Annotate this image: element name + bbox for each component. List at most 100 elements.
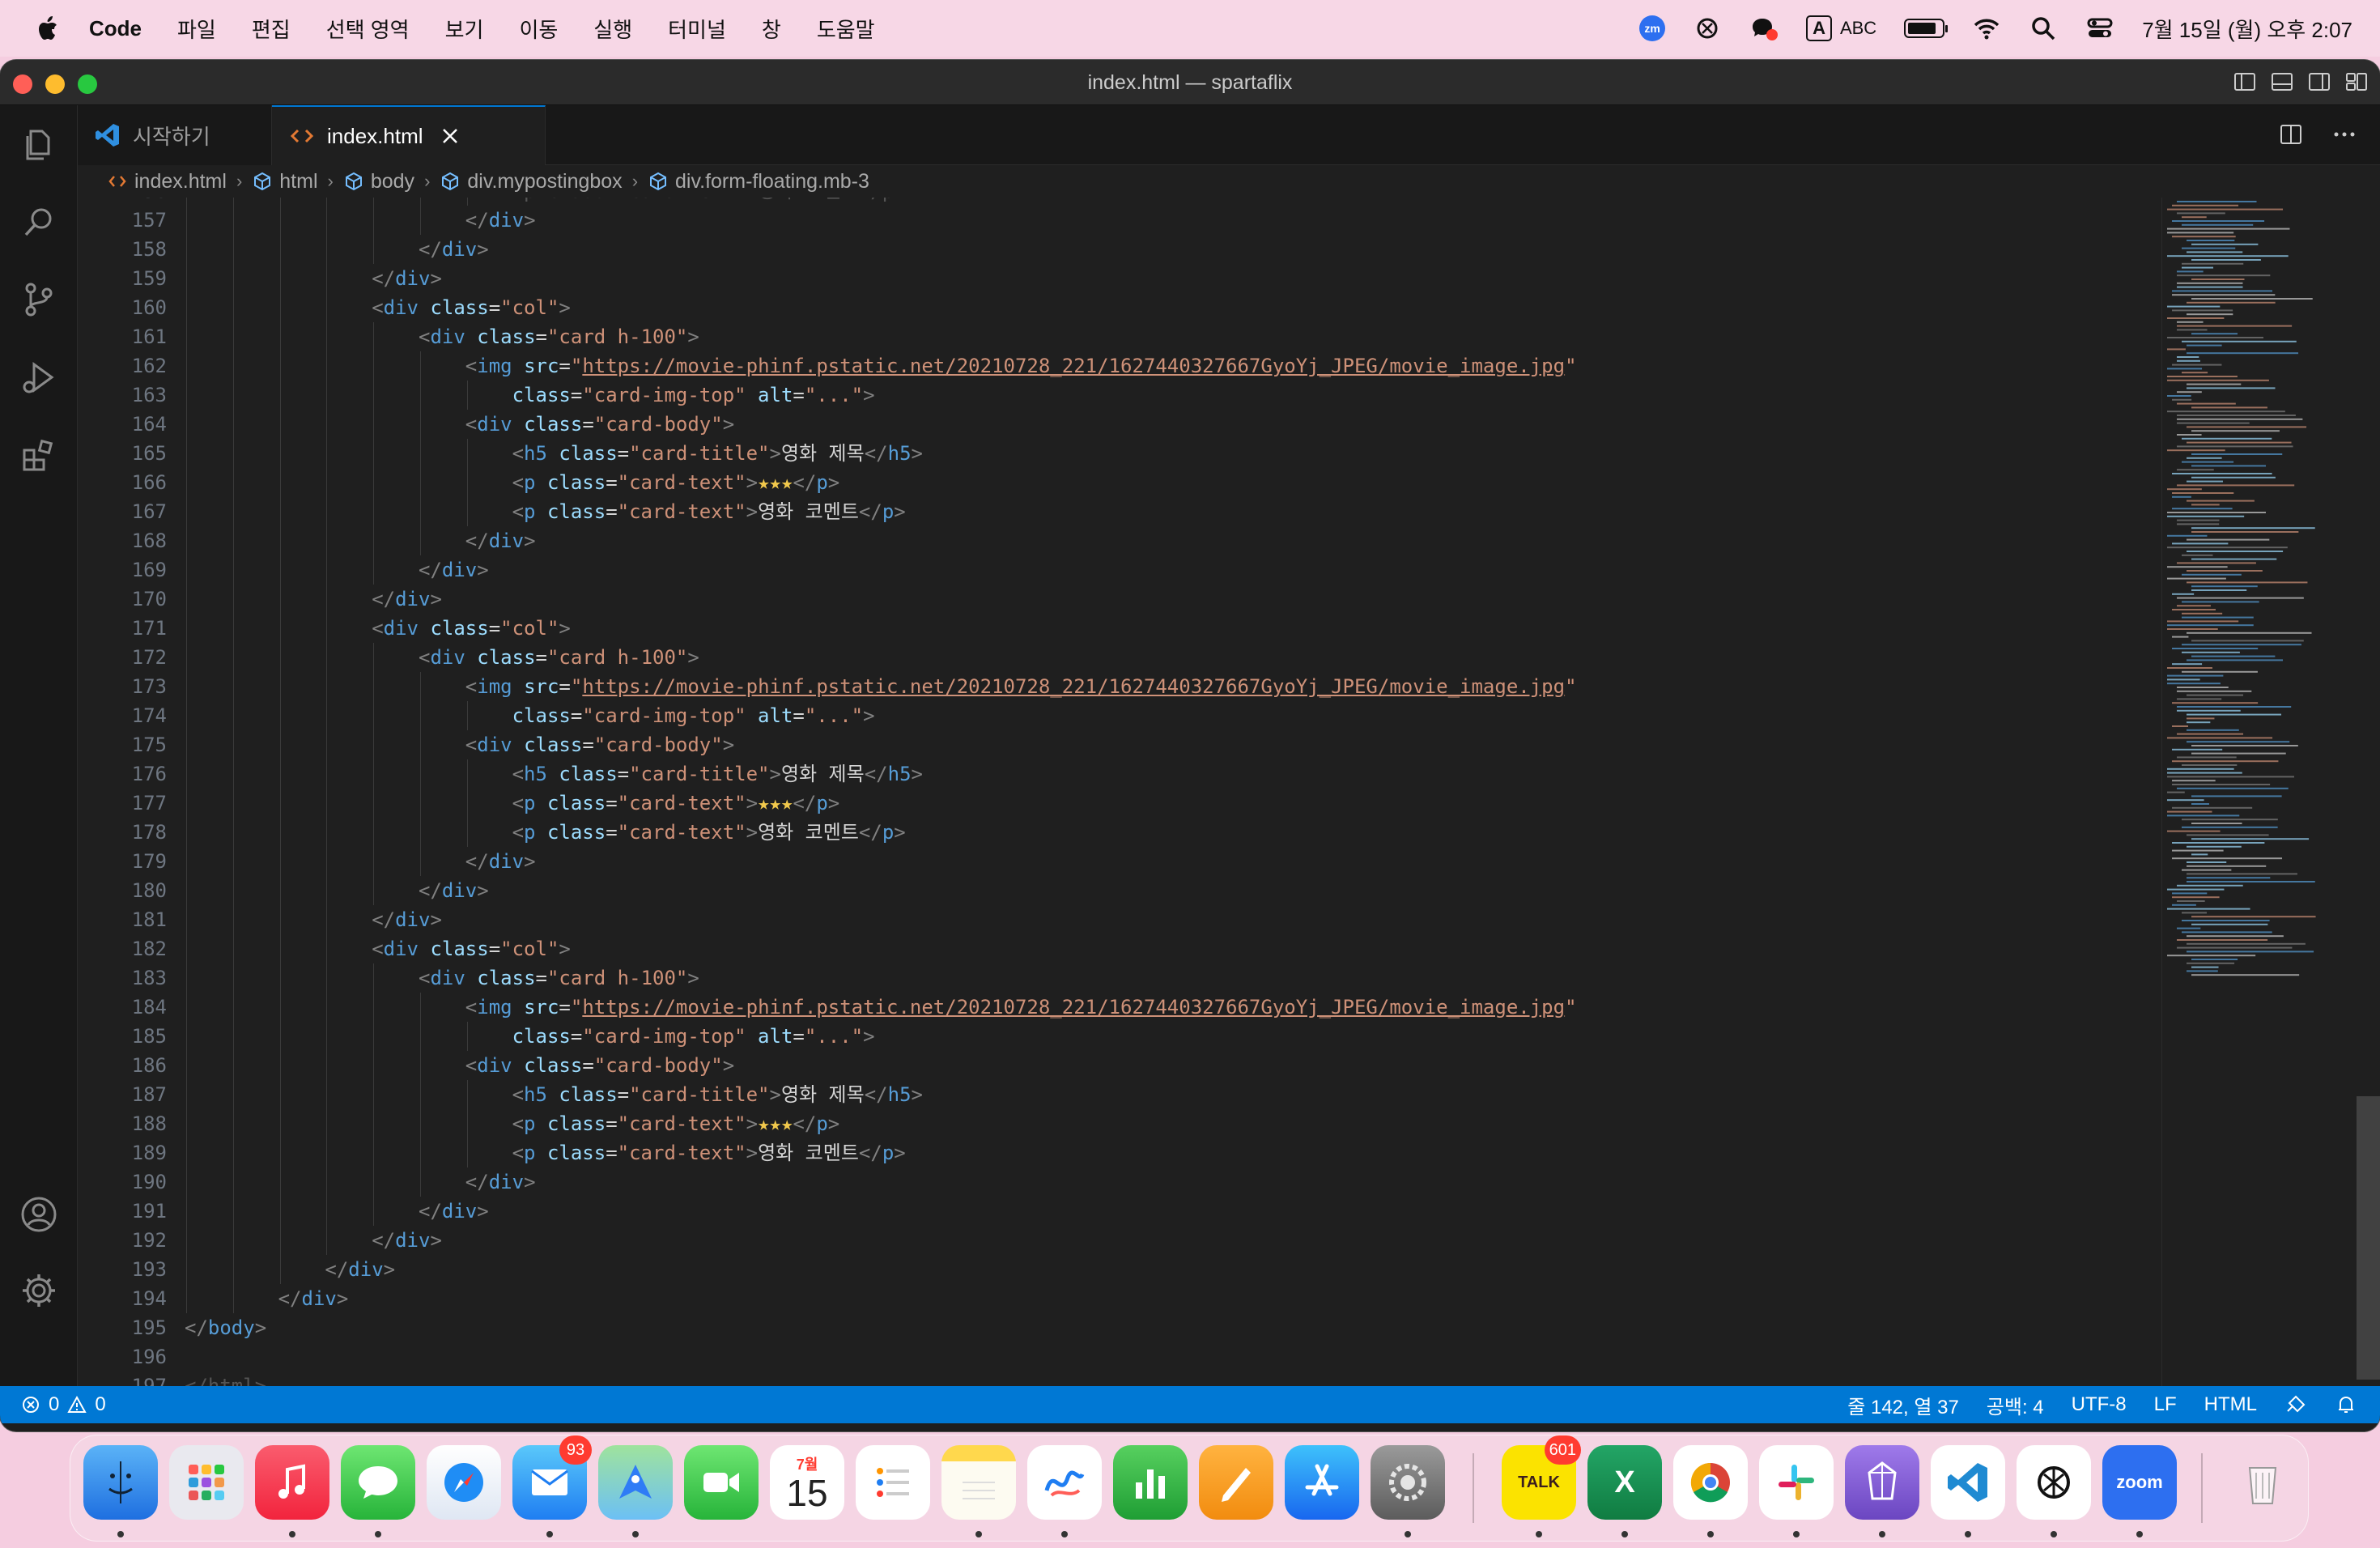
code-line[interactable]: </div> [372, 905, 442, 934]
customize-layout-icon[interactable] [2344, 70, 2369, 94]
menu-terminal[interactable]: 터미널 [668, 14, 726, 44]
code-line[interactable]: </div> [465, 1167, 536, 1197]
code-line[interactable]: <h5 class="card-title">영화 제목</h5> [512, 1080, 923, 1109]
dock-launchpad[interactable] [169, 1445, 244, 1520]
explorer-button[interactable] [19, 125, 58, 164]
dock-zoom[interactable]: zoom [2102, 1445, 2177, 1520]
encoding[interactable]: UTF-8 [2072, 1393, 2127, 1416]
code-line[interactable]: </div> [372, 1226, 442, 1255]
dock-system-settings[interactable] [1371, 1445, 1445, 1520]
code-line[interactable]: <div class="card-body"> [465, 730, 734, 759]
dock-numbers[interactable] [1113, 1445, 1188, 1520]
dock-finder[interactable] [83, 1445, 158, 1520]
run-debug-button[interactable] [19, 358, 58, 397]
code-line[interactable]: </div> [465, 206, 536, 235]
code-line[interactable]: <img src="https://movie-phinf.pstatic.ne… [465, 672, 1577, 701]
source-control-button[interactable] [19, 280, 58, 319]
code-line[interactable]: <h5 class="card-title">영화 제목</h5> [512, 759, 923, 789]
menu-app-name[interactable]: Code [89, 16, 142, 41]
code-line[interactable]: </div> [419, 235, 489, 264]
dock-trash[interactable] [2225, 1445, 2300, 1520]
menu-run[interactable]: 실행 [593, 14, 632, 44]
code-line[interactable]: class="card-img-top" alt="..."> [512, 381, 875, 410]
notifications-bell-icon[interactable] [2335, 1393, 2357, 1416]
menu-selection[interactable]: 선택 영역 [326, 14, 410, 44]
code-line[interactable]: <p class="card-text">★★★</p> [512, 1109, 840, 1138]
code-line[interactable]: <p class="card-text">★★★</p> [512, 789, 840, 818]
code-lines[interactable]: <p class="card-text">영화 코멘트</p></div></d… [185, 198, 2127, 1386]
dock-obsidian[interactable] [1845, 1445, 1919, 1520]
control-center-icon[interactable] [2085, 14, 2114, 43]
code-line[interactable]: class="card-img-top" alt="..."> [512, 701, 875, 730]
dock-pages[interactable] [1199, 1445, 1273, 1520]
code-line[interactable]: <p class="card-text">영화 코멘트</p> [512, 818, 906, 847]
dock-safari[interactable] [427, 1445, 501, 1520]
code-line[interactable]: </div> [278, 1284, 349, 1313]
dock-vscode[interactable] [1931, 1445, 2005, 1520]
code-line[interactable]: <p class="card-text">★★★</p> [512, 468, 840, 497]
split-editor-icon[interactable] [2278, 121, 2304, 147]
breadcrumb-item-html[interactable]: html [252, 170, 318, 194]
code-line[interactable]: </body> [185, 1313, 266, 1342]
code-line[interactable]: <div class="col"> [372, 934, 571, 963]
tab-index-html[interactable]: index.html [272, 105, 546, 165]
code-line[interactable]: </div> [372, 264, 442, 293]
code-line[interactable]: <p class="card-text">영화 코멘트</p> [512, 1138, 906, 1167]
feedback-icon[interactable] [2284, 1393, 2307, 1416]
code-line[interactable]: </div> [419, 555, 489, 585]
code-line[interactable]: class="card-img-top" alt="..."> [512, 1022, 875, 1051]
code-line[interactable]: <div class="card-body"> [465, 410, 734, 439]
code-line[interactable]: </div> [372, 585, 442, 614]
input-source-indicator[interactable]: A ABC [1806, 15, 1876, 41]
code-line[interactable]: <div class="col"> [372, 293, 571, 322]
breadcrumb-item-body[interactable]: body [343, 170, 414, 194]
code-line[interactable]: <div class="card h-100"> [419, 643, 699, 672]
close-tab-icon[interactable] [441, 127, 459, 145]
menu-help[interactable]: 도움말 [817, 14, 875, 44]
code-line[interactable]: </div> [465, 526, 536, 555]
menu-view[interactable]: 보기 [445, 14, 484, 44]
battery-icon[interactable] [1904, 19, 1949, 38]
code-line[interactable]: <div class="col"> [372, 614, 571, 643]
code-line[interactable]: <p class="card-text">영화 코멘트</p> [512, 497, 906, 526]
toggle-secondary-sidebar-icon[interactable] [2307, 70, 2331, 94]
dock-freeform[interactable] [1027, 1445, 1102, 1520]
menubar-clock[interactable]: 7월 15일 (월) 오후 2:07 [2142, 14, 2352, 44]
search-button[interactable] [19, 202, 58, 241]
language-mode[interactable]: HTML [2204, 1393, 2257, 1416]
dock-music[interactable] [255, 1445, 329, 1520]
dock-mail[interactable]: 93 [512, 1435, 592, 1520]
dock-chatgpt[interactable] [2017, 1445, 2091, 1520]
accounts-button[interactable] [19, 1195, 58, 1234]
extensions-button[interactable] [19, 436, 58, 474]
end-of-line[interactable]: LF [2154, 1393, 2177, 1416]
dock-slack[interactable] [1759, 1445, 1834, 1520]
toggle-primary-sidebar-icon[interactable] [2233, 70, 2257, 94]
code-line[interactable]: <div class="card h-100"> [419, 322, 699, 351]
apple-logo-icon[interactable] [32, 12, 65, 45]
code-line[interactable]: <div class="card h-100"> [419, 963, 699, 993]
code-line[interactable]: </html> [185, 1372, 266, 1386]
window-titlebar[interactable]: index.html — spartaflix [0, 60, 2380, 105]
code-line[interactable]: <img src="https://movie-phinf.pstatic.ne… [465, 351, 1577, 381]
minimap[interactable] [2161, 198, 2380, 1386]
breadcrumb-item-file[interactable]: index.html [107, 170, 227, 194]
code-line[interactable]: </div> [419, 876, 489, 905]
code-line[interactable]: <div class="card-body"> [465, 1051, 734, 1080]
toggle-panel-icon[interactable] [2270, 70, 2294, 94]
menu-go[interactable]: 이동 [519, 14, 558, 44]
tab-welcome[interactable]: 시작하기 [78, 105, 272, 165]
code-editor[interactable]: 156 157 158 159 160 161 162 163 164 165 166 167 168 1… [78, 198, 2161, 1386]
dock-excel[interactable]: X [1587, 1445, 1662, 1520]
dock-reminders[interactable] [856, 1445, 930, 1520]
code-line[interactable]: </div> [325, 1255, 395, 1284]
code-line[interactable]: </div> [419, 1197, 489, 1226]
indentation[interactable]: 공백: 4 [1987, 1391, 2044, 1419]
dock-maps[interactable] [598, 1445, 673, 1520]
cursor-position[interactable]: 줄 142, 열 37 [1847, 1391, 1959, 1419]
manage-button[interactable] [19, 1271, 58, 1310]
dock-notes[interactable] [941, 1445, 1016, 1520]
code-line[interactable]: <img src="https://movie-phinf.pstatic.ne… [465, 993, 1577, 1022]
breadcrumb-item-mypostingbox[interactable]: div.mypostingbox [440, 170, 623, 194]
code-line[interactable]: <h5 class="card-title">영화 제목</h5> [512, 439, 923, 468]
